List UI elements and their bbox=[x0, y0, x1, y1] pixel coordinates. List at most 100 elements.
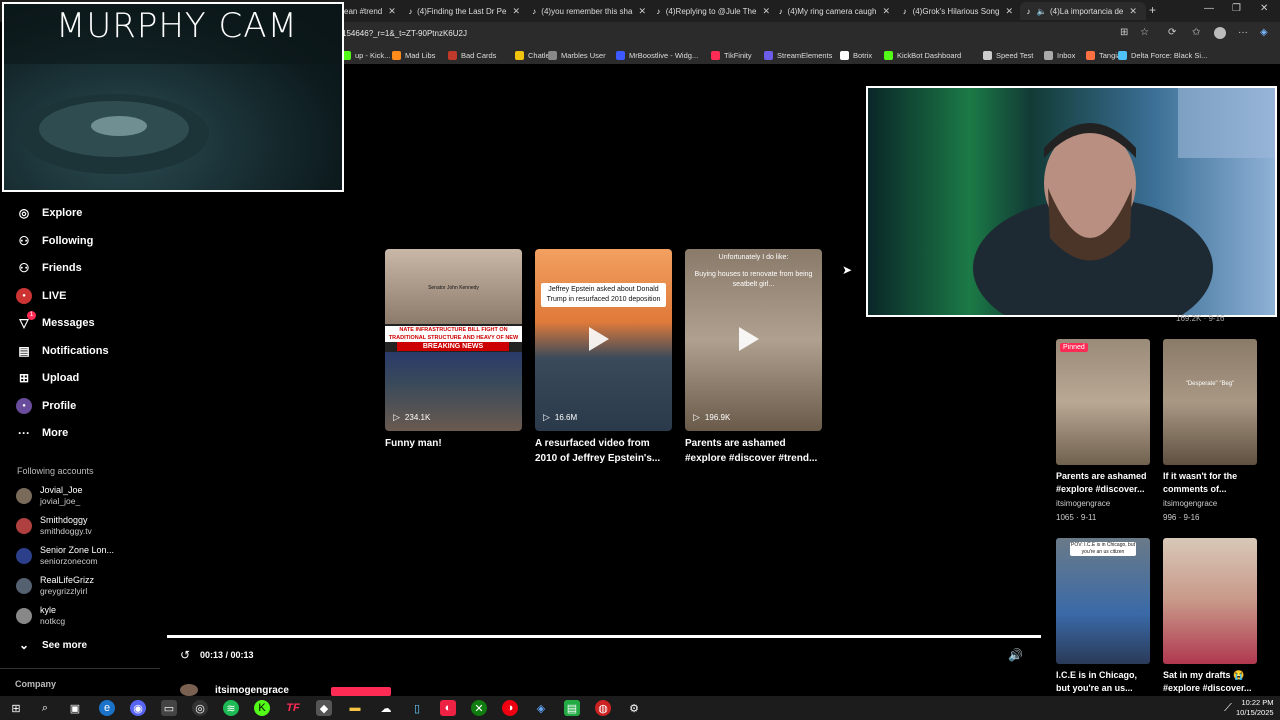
close-window-button[interactable]: ✕ bbox=[1260, 3, 1268, 14]
bookmark-item[interactable]: KickBot Dashboard bbox=[884, 48, 961, 62]
bookmark-item[interactable]: Chatle bbox=[515, 48, 550, 62]
video-title[interactable]: Funny man! bbox=[385, 436, 522, 451]
see-more-button[interactable]: ⌄ See more bbox=[16, 634, 87, 656]
browser-tab[interactable]: ♪ (4)Finding the Last Dr Pe ✕ bbox=[408, 2, 520, 20]
app-icon[interactable]: ◐ bbox=[440, 700, 456, 716]
play-button-icon[interactable] bbox=[589, 327, 609, 351]
bookmark-item[interactable]: Tangia bbox=[1086, 48, 1121, 62]
bookmark-star-icon[interactable]: ☆ bbox=[1140, 27, 1149, 38]
xbox-icon[interactable]: ✕ bbox=[471, 700, 487, 716]
sidebar-item-notifications[interactable]: ▤ Notifications bbox=[16, 340, 108, 362]
volume-icon[interactable]: 🔊 bbox=[1008, 648, 1023, 662]
video-title[interactable]: Parents are ashamed #explore #discover..… bbox=[1056, 470, 1150, 496]
video-thumbnail[interactable]: Senator John Kennedy NATE INFRASTRUCTURE… bbox=[385, 249, 522, 431]
sidebar-item-more[interactable]: ··· More bbox=[16, 422, 68, 444]
sidebar-item-explore[interactable]: ◎ Explore bbox=[16, 202, 83, 224]
video-thumbnail[interactable]: Pinned bbox=[1056, 339, 1150, 465]
network-icon[interactable]: ⟋ bbox=[1220, 700, 1236, 716]
discord-icon[interactable]: ◉ bbox=[130, 700, 146, 716]
following-account[interactable]: Smithdoggy smithdoggy.tv bbox=[16, 513, 92, 539]
author-name[interactable]: itsimogengrace bbox=[215, 685, 289, 696]
app-icon[interactable]: ▭ bbox=[161, 700, 177, 716]
app-icon[interactable]: ◆ bbox=[316, 700, 332, 716]
bookmark-item[interactable]: MrBoostlive - Widg... bbox=[616, 48, 698, 62]
taskbar-clock[interactable]: 10:22 PM 10/15/2025 bbox=[1236, 698, 1274, 718]
video-title[interactable]: Sat in my drafts 😭 #explore #discover... bbox=[1163, 669, 1257, 695]
spotify-icon[interactable]: ≋ bbox=[223, 700, 239, 716]
video-author[interactable]: itsimogengrace bbox=[1163, 498, 1257, 510]
app-icon[interactable]: ◑ bbox=[502, 700, 518, 716]
close-tab-icon[interactable]: ✕ bbox=[512, 6, 520, 17]
obs-icon[interactable]: ◎ bbox=[192, 700, 208, 716]
bookmark-item[interactable]: Inbox bbox=[1044, 48, 1075, 62]
restore-button[interactable]: ❐ bbox=[1232, 3, 1241, 14]
app-icon[interactable]: ▯ bbox=[409, 700, 425, 716]
following-account[interactable]: Jovial_Joe jovial_joe_ bbox=[16, 483, 83, 509]
bookmark-item[interactable]: StreamElements bbox=[764, 48, 832, 62]
browser-tab[interactable]: ♪ (4)My ring camera caugh ✕ bbox=[778, 2, 890, 20]
audio-playing-icon[interactable]: 🔈 bbox=[1037, 7, 1047, 16]
profile-video-card[interactable]: Pinned Parents are ashamed #explore #dis… bbox=[1056, 339, 1150, 524]
edge-icon[interactable]: e bbox=[99, 700, 115, 716]
sidebar-item-live[interactable]: ● LIVE bbox=[16, 285, 66, 307]
search-icon[interactable]: ⌕ bbox=[37, 700, 53, 716]
video-title[interactable]: If it wasn't for the comments of... bbox=[1163, 470, 1257, 496]
following-account[interactable]: kyle notkcg bbox=[16, 603, 65, 629]
minimize-button[interactable]: — bbox=[1204, 3, 1214, 14]
profile-video-card[interactable]: "Desperate" "Beg" If it wasn't for the c… bbox=[1163, 339, 1257, 524]
copilot-icon[interactable]: ◈ bbox=[1260, 27, 1268, 38]
video-thumbnail[interactable]: POV: I.C.E is in Chicago, but you're an … bbox=[1056, 538, 1150, 664]
profile-avatar-icon[interactable] bbox=[1214, 27, 1226, 39]
sidebar-item-friends[interactable]: ⚇ Friends bbox=[16, 257, 82, 279]
sidebar-item-following[interactable]: ⚇ Following bbox=[16, 230, 94, 252]
app-icon[interactable]: ◍ bbox=[595, 700, 611, 716]
author-avatar[interactable] bbox=[180, 684, 198, 696]
settings-gear-icon[interactable]: ⚙ bbox=[626, 700, 642, 716]
following-account[interactable]: Senior Zone Lon... seniorzonecom bbox=[16, 543, 114, 569]
task-view-icon[interactable]: ▣ bbox=[67, 700, 83, 716]
close-tab-icon[interactable]: ✕ bbox=[1129, 6, 1137, 17]
browser-tab[interactable]: ♪ (4)Grok's Hilarious Song ✕ bbox=[901, 2, 1013, 20]
file-explorer-icon[interactable]: ▬ bbox=[347, 700, 363, 716]
bookmark-item[interactable]: Speed Test bbox=[983, 48, 1033, 62]
chat-app-icon[interactable]: ☁ bbox=[378, 700, 394, 716]
new-tab-button[interactable]: + bbox=[1149, 3, 1156, 17]
follow-button[interactable] bbox=[331, 687, 391, 696]
video-card[interactable]: Unfortunately I do like: Buying houses t… bbox=[685, 249, 822, 466]
video-thumbnail[interactable]: Jeffrey Epstein asked about Donald Trump… bbox=[535, 249, 672, 431]
close-tab-icon[interactable]: ✕ bbox=[388, 6, 396, 17]
browser-tab[interactable]: ean #trend ✕ bbox=[344, 2, 416, 20]
video-thumbnail[interactable] bbox=[1163, 538, 1257, 664]
bookmark-item[interactable]: Marbles User bbox=[548, 48, 606, 62]
bookmark-item[interactable]: TikFinity bbox=[711, 48, 752, 62]
close-tab-icon[interactable]: ✕ bbox=[762, 6, 770, 17]
bookmark-item[interactable]: Delta Force: Black Si... bbox=[1118, 48, 1207, 62]
replay-icon[interactable]: ↺ bbox=[180, 648, 190, 662]
close-tab-icon[interactable]: ✕ bbox=[882, 6, 890, 17]
bookmark-item[interactable]: Bad Cards bbox=[448, 48, 496, 62]
video-progress-bar[interactable] bbox=[167, 635, 1041, 638]
browser-tab[interactable]: ♪ (4)you remember this sha ✕ bbox=[531, 2, 646, 20]
profile-video-card[interactable]: POV: I.C.E is in Chicago, but you're an … bbox=[1056, 538, 1150, 695]
video-card[interactable]: Senator John Kennedy NATE INFRASTRUCTURE… bbox=[385, 249, 522, 451]
video-title[interactable]: Parents are ashamed #explore #discover #… bbox=[685, 436, 822, 466]
video-card[interactable]: Jeffrey Epstein asked about Donald Trump… bbox=[535, 249, 672, 466]
tikfinity-icon[interactable]: TF bbox=[285, 700, 301, 716]
extensions-icon[interactable]: ⟳ bbox=[1168, 27, 1176, 38]
app-icon[interactable]: ▤ bbox=[564, 700, 580, 716]
profile-video-card[interactable]: Sat in my drafts 😭 #explore #discover... bbox=[1163, 538, 1257, 695]
browser-tab-active[interactable]: ♪ 🔈 (4)La importancia de ✕ bbox=[1020, 2, 1146, 20]
play-button-icon[interactable] bbox=[739, 327, 759, 351]
video-thumbnail[interactable]: Unfortunately I do like: Buying houses t… bbox=[685, 249, 822, 431]
video-thumbnail[interactable]: "Desperate" "Beg" bbox=[1163, 339, 1257, 465]
sidebar-item-profile[interactable]: ● Profile bbox=[16, 395, 76, 417]
close-tab-icon[interactable]: ✕ bbox=[1005, 6, 1013, 17]
start-icon[interactable]: ⊞ bbox=[8, 700, 24, 716]
following-account[interactable]: RealLifeGrizz greygrizzlyirl bbox=[16, 573, 94, 599]
bookmark-item[interactable]: Mad Libs bbox=[392, 48, 435, 62]
video-author[interactable]: itsimogengrace bbox=[1056, 498, 1150, 510]
bookmark-item[interactable]: up - Kick... bbox=[342, 48, 390, 62]
favorites-icon[interactable]: ✩ bbox=[1192, 27, 1200, 38]
browser-tab[interactable]: ♪ (4)Replying to @Jule The ✕ bbox=[655, 2, 770, 20]
app-icon[interactable]: ◈ bbox=[533, 700, 549, 716]
